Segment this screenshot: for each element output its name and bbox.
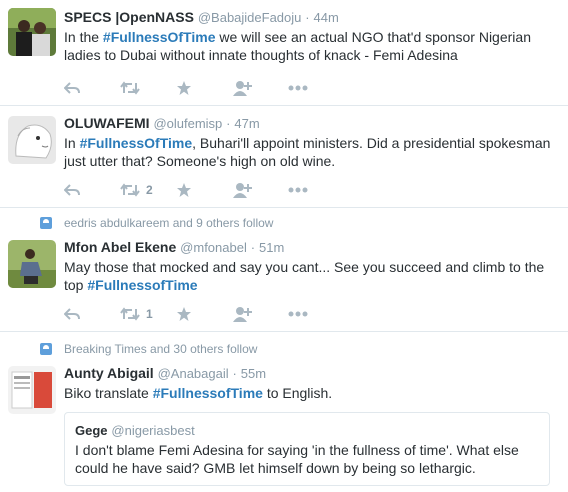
reply-icon [64, 184, 80, 196]
follow-icon [233, 183, 252, 198]
more-icon [288, 187, 308, 193]
more-icon [288, 311, 308, 317]
follow-icon [233, 81, 252, 96]
hashtag-link[interactable]: #FullnessofTime [87, 277, 197, 293]
tweet-text: May those that mocked and say you cant..… [64, 259, 545, 293]
author-handle[interactable]: @mfonabel [180, 240, 247, 255]
follow-context-icon [40, 343, 52, 355]
tweet-header: SPECS |OpenNASS @BabajideFadoju · 44m [64, 8, 558, 27]
retweet-icon [120, 81, 140, 95]
hashtag-link[interactable]: #FullnessofTime [153, 385, 263, 401]
reply-button[interactable] [64, 183, 120, 197]
more-button[interactable] [288, 187, 344, 193]
author-name[interactable]: Mfon Abel Ekene [64, 239, 176, 255]
separator: · [250, 240, 256, 255]
separator: · [232, 366, 237, 381]
retweet-icon [120, 307, 140, 321]
author-handle[interactable]: @BabajideFadoju [198, 10, 302, 25]
avatar[interactable] [8, 116, 56, 164]
tweet-actions: 2 [64, 172, 558, 208]
avatar[interactable] [8, 8, 56, 56]
tweet-header: Mfon Abel Ekene @mfonabel · 51m [64, 238, 558, 257]
separator: · [305, 10, 310, 25]
retweet-count: 2 [146, 183, 153, 197]
retweet-button[interactable]: 1 [120, 307, 176, 321]
tweet-actions [64, 70, 558, 106]
author-handle[interactable]: @olufemisp [153, 116, 222, 131]
hashtag-link[interactable]: #FullnessOfTime [103, 29, 216, 45]
reply-icon [64, 82, 80, 94]
follow-button[interactable] [232, 80, 288, 96]
tweet[interactable]: SPECS |OpenNASS @BabajideFadoju · 44m In… [0, 0, 568, 106]
tweet-text: In the #FullnessOfTime we will see an ac… [64, 29, 531, 63]
quoted-header: Gege @nigeriasbest [75, 421, 539, 440]
more-icon [288, 85, 308, 91]
quoted-text: I don't blame Femi Adesina for saying 'i… [75, 442, 519, 476]
follow-icon [233, 307, 252, 322]
follow-button[interactable] [232, 182, 288, 198]
quoted-author-name: Gege [75, 423, 108, 438]
context-text[interactable]: Breaking Times and 30 others follow [64, 342, 257, 356]
star-icon [177, 183, 191, 197]
hashtag-link[interactable]: #FullnessOfTime [80, 135, 193, 151]
favorite-button[interactable] [176, 182, 232, 198]
tweet-text: In #FullnessOfTime, Buhari'll appoint mi… [64, 135, 551, 169]
reply-button[interactable] [64, 307, 120, 321]
social-context: Breaking Times and 30 others follow [40, 342, 257, 356]
context-text[interactable]: eedris abdulkareem and 9 others follow [64, 216, 273, 230]
quoted-author-handle: @nigeriasbest [111, 423, 195, 438]
follow-button[interactable] [232, 306, 288, 322]
avatar[interactable] [8, 240, 56, 288]
tweet[interactable]: eedris abdulkareem and 9 others follow M… [0, 208, 568, 332]
social-context: eedris abdulkareem and 9 others follow [40, 216, 273, 230]
quoted-tweet[interactable]: Gege @nigeriasbest I don't blame Femi Ad… [64, 412, 550, 486]
star-icon [177, 81, 191, 95]
reply-icon [64, 308, 80, 320]
author-name[interactable]: OLUWAFEMI [64, 115, 150, 131]
favorite-button[interactable] [176, 80, 232, 96]
tweet-header: Aunty Abigail @Anabagail · 55m [64, 364, 558, 383]
tweet[interactable]: OLUWAFEMI @olufemisp · 47m In #FullnessO… [0, 106, 568, 208]
timestamp[interactable]: 47m [234, 116, 259, 131]
tweet-feed: SPECS |OpenNASS @BabajideFadoju · 44m In… [0, 0, 568, 492]
tweet-text: Biko translate #FullnessofTime to Englis… [64, 385, 333, 401]
favorite-button[interactable] [176, 306, 232, 322]
author-handle[interactable]: @Anabagail [158, 366, 229, 381]
retweet-icon [120, 183, 140, 197]
tweet[interactable]: Breaking Times and 30 others follow Aunt… [0, 332, 568, 492]
timestamp[interactable]: 55m [241, 366, 266, 381]
more-button[interactable] [288, 311, 344, 317]
author-name[interactable]: SPECS |OpenNASS [64, 9, 194, 25]
retweet-button[interactable] [120, 81, 176, 95]
tweet-actions: 1 [64, 296, 558, 332]
reply-button[interactable] [64, 81, 120, 95]
timestamp[interactable]: 44m [314, 10, 339, 25]
star-icon [177, 307, 191, 321]
retweet-button[interactable]: 2 [120, 183, 176, 197]
follow-context-icon [40, 217, 52, 229]
tweet-header: OLUWAFEMI @olufemisp · 47m [64, 114, 558, 133]
avatar[interactable] [8, 366, 56, 414]
separator: · [226, 116, 231, 131]
retweet-count: 1 [146, 307, 153, 321]
more-button[interactable] [288, 85, 344, 91]
author-name[interactable]: Aunty Abigail [64, 365, 154, 381]
timestamp[interactable]: 51m [259, 240, 284, 255]
